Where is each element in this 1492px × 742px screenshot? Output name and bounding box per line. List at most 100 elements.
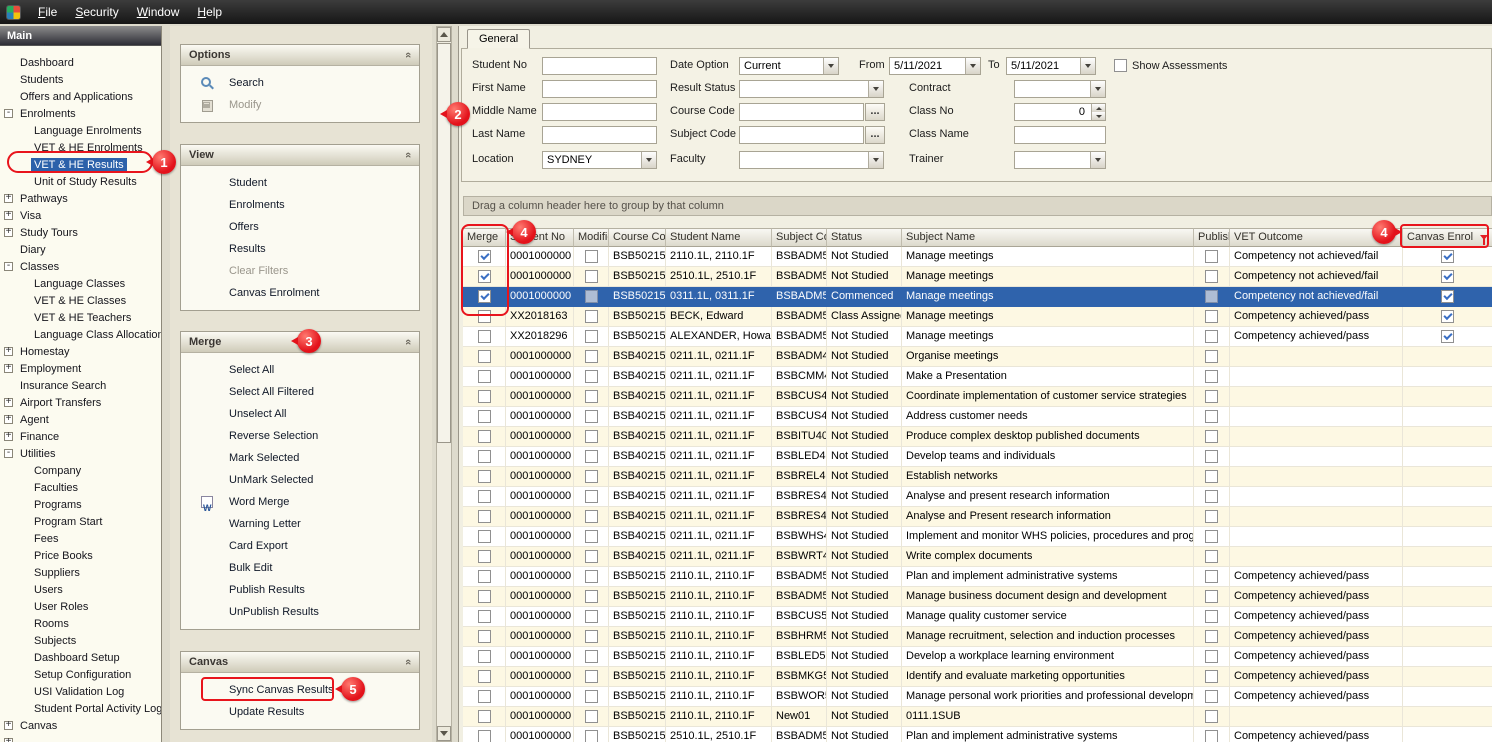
sidebar-item[interactable]: Programs	[0, 496, 161, 513]
merge-checkbox[interactable]	[478, 430, 491, 443]
modified-cell[interactable]	[574, 447, 609, 467]
action-item[interactable]: Mark Selected	[181, 447, 419, 469]
canvas-enrol-cell[interactable]	[1403, 567, 1492, 587]
canvas-enrol-cell[interactable]	[1403, 347, 1492, 367]
course-code-input[interactable]	[739, 103, 864, 121]
sidebar-item[interactable]: Insurance Search	[0, 377, 161, 394]
merge-cell[interactable]	[463, 507, 506, 527]
modified-cell[interactable]	[574, 547, 609, 567]
table-row[interactable]: 0001000000 BSB50215 2510.1L, 2510.1F BSB…	[463, 267, 1492, 287]
publish-checkbox[interactable]	[1205, 510, 1218, 523]
sidebar-item[interactable]: Classes	[0, 258, 161, 275]
canvas-enrol-cell[interactable]	[1403, 387, 1492, 407]
class-no-spinner[interactable]: 0	[1014, 103, 1106, 121]
modified-checkbox[interactable]	[585, 370, 598, 383]
result-status-select[interactable]	[739, 80, 884, 98]
action-item[interactable]: Select All	[181, 359, 419, 381]
publish-checkbox[interactable]	[1205, 590, 1218, 603]
action-item[interactable]: UnMark Selected	[181, 469, 419, 491]
table-row[interactable]: 0001000000 BSB40215 0211.1L, 0211.1F BSB…	[463, 347, 1492, 367]
merge-checkbox[interactable]	[478, 690, 491, 703]
action-item[interactable]: Reverse Selection	[181, 425, 419, 447]
table-row[interactable]: XX2018296 BSB50215 ALEXANDER, Howard BSB…	[463, 327, 1492, 347]
publish-cell[interactable]	[1194, 407, 1230, 427]
modified-cell[interactable]	[574, 487, 609, 507]
merge-checkbox[interactable]	[478, 590, 491, 603]
publish-cell[interactable]	[1194, 607, 1230, 627]
modified-checkbox[interactable]	[585, 650, 598, 663]
sidebar-item[interactable]: Dashboard Setup	[0, 649, 161, 666]
publish-cell[interactable]	[1194, 547, 1230, 567]
merge-cell[interactable]	[463, 487, 506, 507]
action-item[interactable]: Bulk Edit	[181, 557, 419, 579]
merge-checkbox[interactable]	[478, 390, 491, 403]
canvas-enrol-cell[interactable]	[1403, 487, 1492, 507]
modified-cell[interactable]	[574, 707, 609, 727]
table-row[interactable]: 0001000000 BSB40215 0211.1L, 0211.1F BSB…	[463, 507, 1492, 527]
merge-cell[interactable]	[463, 567, 506, 587]
merge-checkbox[interactable]	[478, 630, 491, 643]
collapse-chevron-icon[interactable]: «	[402, 152, 414, 158]
canvas-enrol-cell[interactable]	[1403, 707, 1492, 727]
expander-plus-icon[interactable]	[4, 228, 13, 237]
publish-cell[interactable]	[1194, 587, 1230, 607]
publish-cell[interactable]	[1194, 667, 1230, 687]
merge-cell[interactable]	[463, 667, 506, 687]
merge-checkbox[interactable]	[478, 510, 491, 523]
sidebar-item[interactable]: Unit of Study Results	[0, 173, 161, 190]
trainer-select[interactable]	[1014, 151, 1106, 169]
modified-cell[interactable]	[574, 247, 609, 267]
merge-checkbox[interactable]	[478, 490, 491, 503]
section-options-header[interactable]: Options «	[181, 45, 419, 66]
sidebar-item[interactable]: Study Tours	[0, 224, 161, 241]
modified-checkbox[interactable]	[585, 270, 598, 283]
modified-checkbox[interactable]	[585, 490, 598, 503]
table-row[interactable]: 0001000000 BSB40215 0211.1L, 0211.1F BSB…	[463, 487, 1492, 507]
merge-checkbox[interactable]	[478, 570, 491, 583]
canvas-enrol-cell[interactable]	[1403, 447, 1492, 467]
sidebar-item[interactable]: Language Classes	[0, 275, 161, 292]
merge-checkbox[interactable]	[478, 730, 491, 742]
modified-checkbox[interactable]	[585, 690, 598, 703]
action-item[interactable]: Select All Filtered	[181, 381, 419, 403]
modified-checkbox[interactable]	[585, 570, 598, 583]
canvas-enrol-cell[interactable]	[1403, 467, 1492, 487]
modified-cell[interactable]	[574, 627, 609, 647]
table-row[interactable]: 0001000000 BSB40215 0211.1L, 0211.1F BSB…	[463, 407, 1492, 427]
merge-cell[interactable]	[463, 587, 506, 607]
col-header-student-name[interactable]: Student Name	[666, 228, 772, 247]
expander-plus-icon[interactable]	[4, 364, 13, 373]
modified-cell[interactable]	[574, 367, 609, 387]
action-item[interactable]: Publish Results	[181, 579, 419, 601]
publish-cell[interactable]	[1194, 367, 1230, 387]
merge-cell[interactable]	[463, 547, 506, 567]
publish-cell[interactable]	[1194, 327, 1230, 347]
sidebar-item[interactable]: Price Books	[0, 547, 161, 564]
canvas-enrol-cell[interactable]	[1403, 607, 1492, 627]
subject-code-input[interactable]	[739, 126, 864, 144]
modified-cell[interactable]	[574, 287, 609, 307]
publish-checkbox[interactable]	[1205, 450, 1218, 463]
publish-cell[interactable]	[1194, 387, 1230, 407]
table-row[interactable]: XX2018163 BSB50215 BECK, Edward BSBADM50…	[463, 307, 1492, 327]
modified-checkbox[interactable]	[585, 630, 598, 643]
spinner-down-icon[interactable]	[1092, 112, 1105, 120]
sidebar-item[interactable]: VET & HE Classes	[0, 292, 161, 309]
modified-checkbox[interactable]	[585, 670, 598, 683]
sidebar-item[interactable]: Program Start	[0, 513, 161, 530]
canvas-enrol-cell[interactable]	[1403, 267, 1492, 287]
merge-checkbox[interactable]	[478, 450, 491, 463]
canvas-enrol-checkbox[interactable]	[1441, 330, 1454, 343]
merge-checkbox[interactable]	[478, 550, 491, 563]
merge-checkbox[interactable]	[478, 410, 491, 423]
sidebar-item[interactable]: Finance	[0, 428, 161, 445]
merge-checkbox[interactable]	[478, 650, 491, 663]
first-name-input[interactable]	[542, 80, 657, 98]
sidebar-item[interactable]: Employment	[0, 360, 161, 377]
table-row[interactable]: 0001000000 BSB50215 2110.1L, 2110.1F BSB…	[463, 647, 1492, 667]
sidebar-item[interactable]: Pathways	[0, 190, 161, 207]
sidebar-item[interactable]: Rooms	[0, 615, 161, 632]
table-row[interactable]: 0001000000 BSB40215 0211.1L, 0211.1F BSB…	[463, 427, 1492, 447]
modified-cell[interactable]	[574, 667, 609, 687]
sidebar-item[interactable]: Language Class Allocation	[0, 326, 161, 343]
